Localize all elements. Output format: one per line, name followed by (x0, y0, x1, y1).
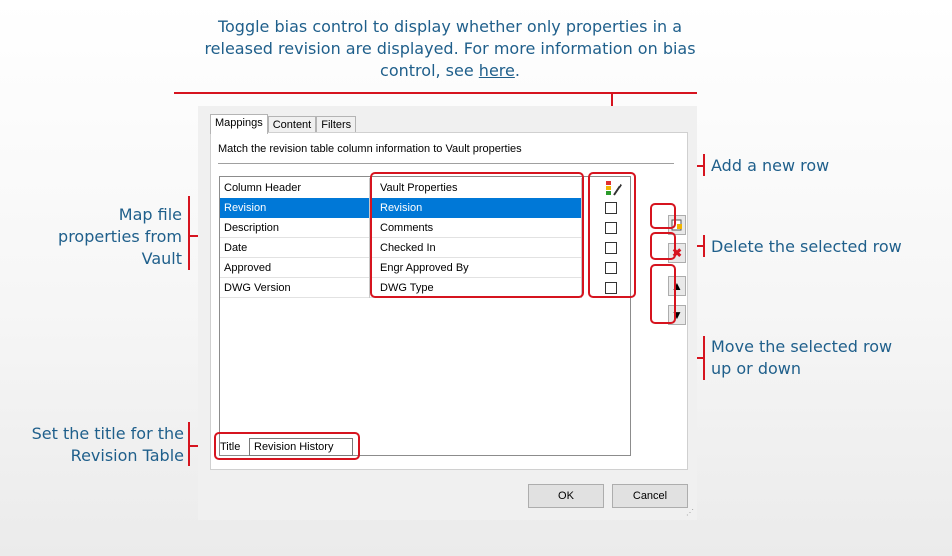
title-callout-line-2: Revision Table (70, 446, 184, 465)
column-header-heading[interactable]: Column Header (220, 178, 370, 198)
bias-callout: Toggle bias control to display whether o… (170, 16, 730, 82)
title-callout-bar (188, 422, 190, 466)
title-callout: Set the title for the Revision Table (10, 423, 184, 467)
tab-filters[interactable]: Filters (316, 116, 357, 132)
move-row-callout: Move the selected row up or down (711, 336, 892, 380)
panel-separator (218, 163, 674, 164)
resize-grip[interactable]: ⋰ (686, 508, 694, 517)
row-column-header[interactable]: Revision (220, 198, 370, 218)
row-column-header[interactable]: DWG Version (220, 278, 370, 298)
delete-row-callout: Delete the selected row (711, 237, 902, 256)
bias-callout-line-2: released revision are displayed. For mor… (204, 39, 696, 58)
title-field-highlight (214, 432, 360, 460)
row-column-header[interactable]: Approved (220, 258, 370, 278)
bias-help-link[interactable]: here (479, 61, 515, 80)
bias-callout-rule (174, 92, 697, 94)
bias-column-highlight (588, 172, 636, 298)
map-callout-line-3: Vault (141, 249, 182, 268)
tab-mappings[interactable]: Mappings (210, 114, 268, 134)
add-button-highlight (650, 203, 676, 229)
row-column-header[interactable]: Description (220, 218, 370, 238)
bias-callout-line-1: Toggle bias control to display whether o… (217, 17, 683, 36)
move-row-callout-line-2: up or down (711, 359, 802, 378)
map-callout-bar (188, 196, 190, 270)
vault-properties-highlight (370, 172, 584, 298)
map-callout-line-2: properties from (58, 227, 182, 246)
move-buttons-highlight (650, 264, 676, 324)
move-row-callout-line-1: Move the selected row (711, 337, 893, 356)
add-row-callout: Add a new row (711, 156, 830, 175)
row-column-header[interactable]: Date (220, 238, 370, 258)
delete-button-highlight (650, 232, 676, 260)
tab-content[interactable]: Content (267, 116, 317, 132)
bias-callout-line-3: control, see here. (380, 61, 520, 80)
title-callout-line-1: Set the title for the (31, 424, 184, 443)
cancel-button[interactable]: Cancel (612, 484, 688, 508)
ok-button[interactable]: OK (528, 484, 604, 508)
panel-description: Match the revision table column informat… (218, 143, 522, 155)
tab-strip: Mappings Content Filters (210, 114, 357, 134)
map-callout-line-1: Map file (118, 205, 182, 224)
map-properties-callout: Map file properties from Vault (20, 204, 182, 270)
